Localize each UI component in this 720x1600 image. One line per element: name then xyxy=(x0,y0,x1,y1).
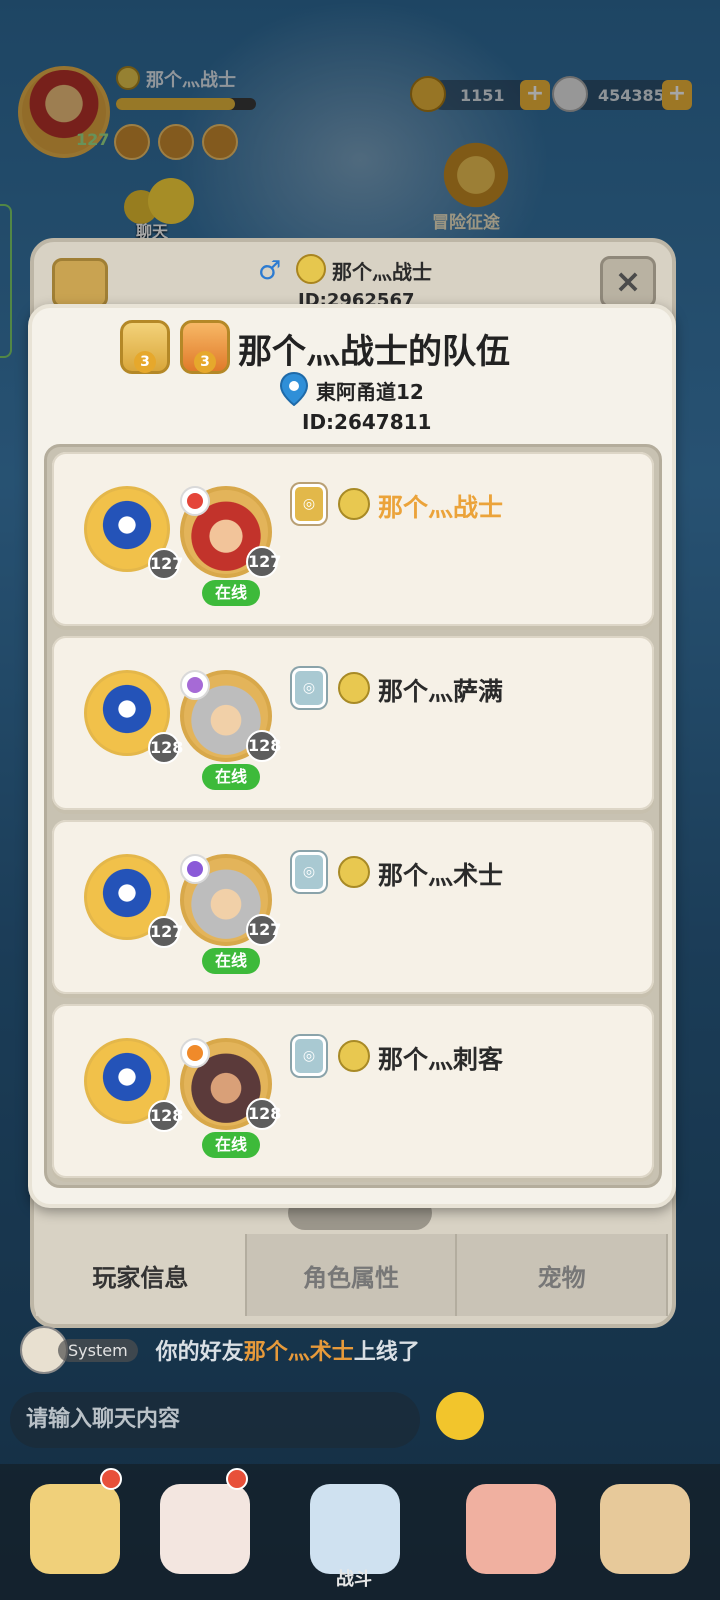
emblem-level: 3 xyxy=(134,351,156,373)
smiley-icon xyxy=(338,488,370,520)
tab-pets[interactable]: 宠物 xyxy=(457,1234,669,1316)
smiley-icon xyxy=(296,254,326,284)
team-title: 那个灬战士的队伍 xyxy=(238,332,510,372)
nav-character-icon[interactable] xyxy=(160,1484,250,1574)
system-tag: System xyxy=(58,1338,138,1362)
nav-guild-icon[interactable] xyxy=(600,1484,690,1574)
pet-level-badge: 127 xyxy=(148,548,183,580)
message-friend-name: 那个灬术士 xyxy=(243,1340,354,1365)
notification-dot xyxy=(100,1468,122,1490)
leader-shield-icon: ◎ xyxy=(292,484,326,524)
online-status: 在线 xyxy=(202,764,260,790)
online-status: 在线 xyxy=(202,580,260,606)
assassin-class-icon xyxy=(180,1038,210,1068)
member-card[interactable]: 127 127 在线 ◎ 那个灬术士 xyxy=(52,820,654,994)
nav-battle-label: 战斗 xyxy=(336,1569,372,1590)
shaman-class-icon xyxy=(180,670,210,700)
member-shield-icon: ◎ xyxy=(292,1036,326,1076)
team-emblem-icon: 3 xyxy=(180,320,230,374)
member-card[interactable]: 128 128 在线 ◎ 那个灬萨满 xyxy=(52,636,654,810)
nav-battle-icon[interactable] xyxy=(310,1484,400,1574)
warlock-class-icon xyxy=(180,854,210,884)
team-location: 東阿甬道12 xyxy=(316,380,424,404)
tab-character-attributes[interactable]: 角色属性 xyxy=(246,1234,458,1316)
smiley-icon xyxy=(338,672,370,704)
member-name: 那个灬刺客 xyxy=(378,1045,504,1074)
team-emblem-icon: 3 xyxy=(120,320,170,374)
chat-input[interactable]: 请输入聊天内容 xyxy=(10,1392,420,1448)
hero-level-badge: 128 xyxy=(246,730,281,762)
message-suffix: 上线了 xyxy=(353,1340,420,1365)
member-card[interactable]: 128 128 在线 ◎ 那个灬刺客 xyxy=(52,1004,654,1178)
pet-level-badge: 128 xyxy=(148,1100,183,1132)
location-pin-icon xyxy=(280,372,308,406)
player-info-tabs: 玩家信息 角色属性 宠物 xyxy=(36,1234,669,1316)
member-name: 那个灬术士 xyxy=(378,861,504,890)
member-card[interactable]: 127 127 在线 ◎ 那个灬战士 xyxy=(52,452,654,626)
team-id: ID:2647811 xyxy=(302,410,432,434)
smiley-icon xyxy=(338,1040,370,1072)
member-shield-icon: ◎ xyxy=(292,668,326,708)
system-message-row: System 你的好友那个灬术士上线了 xyxy=(20,1326,420,1374)
pet-level-badge: 128 xyxy=(148,732,183,764)
edit-icon[interactable] xyxy=(52,258,108,308)
hero-level-badge: 127 xyxy=(246,914,281,946)
emblem-level: 3 xyxy=(194,351,216,373)
member-name: 那个灬萨满 xyxy=(378,677,504,706)
emoji-icon[interactable] xyxy=(436,1392,484,1440)
male-icon: ♂ xyxy=(258,256,282,286)
pet-level-badge: 127 xyxy=(148,916,183,948)
player-info-name: 那个灬战士 xyxy=(332,260,432,284)
system-message: 你的好友那个灬术士上线了 xyxy=(156,1334,420,1366)
close-button[interactable]: × xyxy=(600,256,656,308)
member-shield-icon: ◎ xyxy=(292,852,326,892)
hero-level-badge: 128 xyxy=(246,1098,281,1130)
member-name: 那个灬战士 xyxy=(378,493,504,522)
hero-level-badge: 127 xyxy=(246,546,281,578)
smiley-icon xyxy=(338,856,370,888)
online-status: 在线 xyxy=(202,1132,260,1158)
tab-player-info[interactable]: 玩家信息 xyxy=(36,1234,247,1316)
nav-pet-icon[interactable] xyxy=(466,1484,556,1574)
message-prefix: 你的好友 xyxy=(155,1340,244,1365)
nav-hero-icon[interactable] xyxy=(30,1484,120,1574)
warrior-class-icon xyxy=(180,486,210,516)
online-status: 在线 xyxy=(202,948,260,974)
notification-dot xyxy=(226,1468,248,1490)
